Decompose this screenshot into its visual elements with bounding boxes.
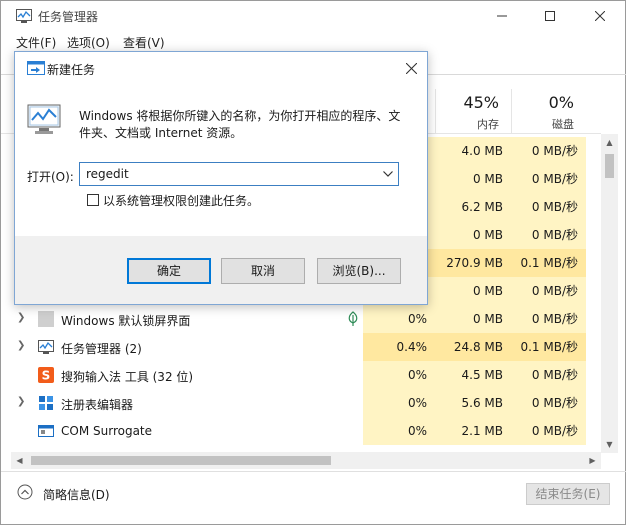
table-row[interactable]: ❯ 注册表编辑器 0% 5.6 MB 0 MB/秒 <box>1 389 601 417</box>
close-icon <box>595 11 605 21</box>
fewer-details-link[interactable]: 简略信息(D) <box>43 486 110 503</box>
scroll-up-icon[interactable]: ▲ <box>601 134 618 151</box>
lockscreen-icon <box>38 311 54 327</box>
scroll-down-icon[interactable]: ▼ <box>601 436 618 453</box>
maximize-button[interactable] <box>527 1 573 31</box>
task-manager-icon <box>27 104 61 134</box>
vertical-scrollbar[interactable]: ▲ ▼ <box>601 134 618 453</box>
cpu-cell: 0% <box>363 305 435 333</box>
disk-cell: 0 MB/秒 <box>511 277 586 305</box>
svg-text:S: S <box>42 369 51 383</box>
dialog-message: Windows 将根据你所键入的名称，为你打开相应的程序、文件夹、文档或 Int… <box>79 109 401 140</box>
com-surrogate-icon <box>38 425 54 437</box>
disk-cell: 0.1 MB/秒 <box>511 249 586 277</box>
ok-button[interactable]: 确定 <box>127 258 211 284</box>
disk-cell: 0 MB/秒 <box>511 305 586 333</box>
disk-label: 磁盘 <box>552 118 574 131</box>
memory-percent: 45% <box>463 93 499 112</box>
memory-cell: 4.5 MB <box>435 361 511 389</box>
memory-cell: 2.1 MB <box>435 417 511 445</box>
chevron-down-icon <box>383 171 393 177</box>
run-icon <box>27 61 45 75</box>
memory-cell: 0 MB <box>435 221 511 249</box>
new-task-dialog: 新建任务 Windows 将根据你所键入的名称，为你打开相应的程序、文件夹、文档… <box>14 51 428 305</box>
minimize-icon <box>497 15 507 17</box>
window-title: 任务管理器 <box>38 10 99 24</box>
admin-checkbox-label[interactable]: 以系统管理权限创建此任务。 <box>103 192 259 209</box>
regedit-icon <box>39 396 53 410</box>
cpu-cell: 0.4% <box>363 333 435 361</box>
expand-chevron-icon[interactable]: ❯ <box>17 312 25 323</box>
close-button[interactable] <box>577 1 623 31</box>
disk-cell: 0 MB/秒 <box>511 193 586 221</box>
cpu-cell: 0% <box>363 361 435 389</box>
disk-cell: 0 MB/秒 <box>511 361 586 389</box>
title-bar: 任务管理器 <box>1 1 626 31</box>
process-name: COM Surrogate <box>61 424 153 438</box>
table-row[interactable]: COM Surrogate 0% 2.1 MB 0 MB/秒 <box>1 417 601 445</box>
process-name: 注册表编辑器 <box>61 398 134 412</box>
menu-options[interactable]: 选项(O) <box>67 34 110 51</box>
open-combobox[interactable]: regedit <box>79 162 399 186</box>
minimize-button[interactable] <box>479 1 525 31</box>
process-name: 任务管理器 (2) <box>61 342 142 356</box>
scroll-left-icon[interactable]: ◀ <box>11 452 28 469</box>
process-name: Windows 默认锁屏界面 <box>61 314 191 328</box>
horizontal-scrollbar[interactable]: ◀ ▶ <box>11 452 601 469</box>
sogou-icon: S <box>38 367 54 383</box>
open-input[interactable]: regedit <box>86 167 129 181</box>
column-header-memory[interactable]: 45% 内存 <box>435 89 511 133</box>
table-row[interactable]: ❯ 任务管理器 (2) 0.4% 24.8 MB 0.1 MB/秒 <box>1 333 601 361</box>
taskmgr-icon <box>38 340 54 354</box>
open-label: 打开(O): <box>27 170 74 184</box>
end-task-button[interactable]: 结束任务(E) <box>526 483 610 505</box>
disk-cell: 0 MB/秒 <box>511 221 586 249</box>
disk-percent: 0% <box>548 93 574 112</box>
memory-cell: 4.0 MB <box>435 137 511 165</box>
scroll-right-icon[interactable]: ▶ <box>584 452 601 469</box>
cancel-button[interactable]: 取消 <box>221 258 305 284</box>
expand-chevron-icon[interactable]: ❯ <box>17 396 25 407</box>
menu-view[interactable]: 查看(V) <box>123 34 165 51</box>
menu-file[interactable]: 文件(F) <box>16 34 56 51</box>
close-icon <box>405 62 417 74</box>
table-row[interactable]: ❯ Windows 默认锁屏界面 0% 0 MB 0 MB/秒 <box>1 305 601 333</box>
menu-bar: 文件(F) 选项(O) 查看(V) <box>1 31 626 53</box>
disk-cell: 0 MB/秒 <box>511 389 586 417</box>
table-row[interactable]: S 搜狗输入法 工具 (32 位) 0% 4.5 MB 0 MB/秒 <box>1 361 601 389</box>
task-manager-icon <box>16 9 32 23</box>
collapse-chevron-icon[interactable] <box>17 484 33 500</box>
memory-cell: 0 MB <box>435 165 511 193</box>
memory-cell: 5.6 MB <box>435 389 511 417</box>
admin-checkbox[interactable] <box>87 194 99 206</box>
scroll-thumb[interactable] <box>31 456 331 465</box>
column-header-disk[interactable]: 0% 磁盘 <box>511 89 586 133</box>
dropdown-button[interactable] <box>378 163 398 185</box>
memory-label: 内存 <box>477 118 499 131</box>
disk-cell: 0 MB/秒 <box>511 137 586 165</box>
expand-chevron-icon[interactable]: ❯ <box>17 340 25 351</box>
memory-cell: 24.8 MB <box>435 333 511 361</box>
cpu-cell: 0% <box>363 417 435 445</box>
scroll-thumb[interactable] <box>605 154 614 178</box>
leaf-icon <box>348 311 358 326</box>
footer-divider <box>1 471 626 472</box>
browse-button[interactable]: 浏览(B)... <box>317 258 401 284</box>
disk-cell: 0 MB/秒 <box>511 165 586 193</box>
disk-cell: 0 MB/秒 <box>511 417 586 445</box>
memory-cell: 6.2 MB <box>435 193 511 221</box>
memory-cell: 0 MB <box>435 305 511 333</box>
memory-cell: 270.9 MB <box>435 249 511 277</box>
memory-cell: 0 MB <box>435 277 511 305</box>
process-name: 搜狗输入法 工具 (32 位) <box>61 370 194 384</box>
cpu-cell: 0% <box>363 389 435 417</box>
dialog-title: 新建任务 <box>47 63 96 77</box>
dialog-close-button[interactable] <box>399 56 423 80</box>
maximize-icon <box>545 11 555 21</box>
disk-cell: 0.1 MB/秒 <box>511 333 586 361</box>
